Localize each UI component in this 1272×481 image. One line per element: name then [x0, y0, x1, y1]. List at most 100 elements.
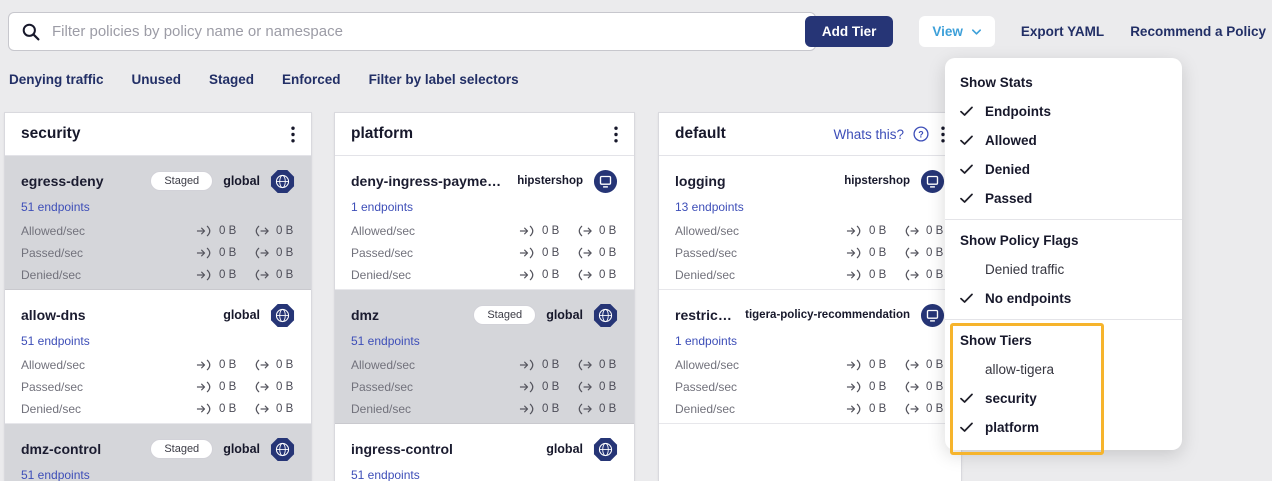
egress-value: 0 B [599, 225, 616, 237]
policy-card-title-row: dmzStagedglobal [351, 302, 618, 328]
menu-item-label: Endpoints [985, 104, 1051, 119]
policy-card-restricted[interactable]: restrictedtigera-policy-recommendation1 … [659, 290, 961, 424]
ingress-icon [846, 359, 864, 371]
stat-label: Denied/sec [21, 268, 81, 282]
menu-divider [945, 219, 1182, 220]
policy-card-title-row: dmz-controlStagedglobal [21, 436, 295, 462]
add-tier-button[interactable]: Add Tier [805, 16, 894, 47]
menu-item-no-endpoints[interactable]: No endpoints [945, 284, 1182, 313]
view-button[interactable]: View [919, 16, 995, 47]
ingress-stat: 0 B [196, 359, 238, 371]
menu-divider [945, 319, 1182, 320]
policy-board-page: Add Tier View Export YAML Recommend a Po… [0, 0, 1272, 481]
filter-denying-traffic[interactable]: Denying traffic [9, 72, 104, 87]
policy-card-allow-dns[interactable]: allow-dnsglobal51 endpointsAllowed/sec0 … [5, 290, 311, 424]
policy-card-egress-deny[interactable]: egress-denyStagedglobal51 endpointsAllow… [5, 156, 311, 290]
policy-name: ingress-control [351, 441, 536, 457]
policy-card-dmz-control[interactable]: dmz-controlStagedglobal 51 endpoints [5, 424, 311, 481]
stat-row: Passed/sec0 B0 B [21, 379, 295, 394]
stat-values: 0 B 0 B [519, 381, 618, 393]
ingress-icon [519, 247, 537, 259]
stat-row: Allowed/sec 0 B0 B [21, 357, 295, 372]
egress-icon [903, 359, 921, 371]
endpoints-link[interactable]: 1 endpoints [675, 334, 945, 350]
egress-value: 0 B [599, 381, 616, 393]
egress-stat: 0 B [576, 381, 618, 393]
ingress-stat: 0 B [846, 359, 888, 371]
policy-card-ingress-control[interactable]: ingress-controlglobal 51 endpoints [335, 424, 634, 481]
egress-stat: 0 B [903, 225, 945, 237]
menu-item-label: Denied traffic [985, 262, 1064, 277]
stat-label: Allowed/sec [21, 224, 85, 238]
endpoints-link[interactable]: 51 endpoints [21, 468, 295, 481]
stat-row: Passed/sec0 B0 B [675, 379, 945, 394]
search-input[interactable] [50, 22, 803, 41]
global-policy-icon [593, 437, 618, 462]
export-yaml-button[interactable]: Export YAML [1021, 24, 1104, 39]
menu-item-label: allow-tigera [985, 362, 1054, 377]
stat-label: Passed/sec [351, 246, 413, 260]
policy-card-title-row: ingress-controlglobal [351, 436, 618, 462]
filter-staged[interactable]: Staged [209, 72, 254, 87]
stat-values: 0 B0 B [519, 247, 618, 259]
policy-card-dmz[interactable]: dmzStagedglobal51 endpointsAllowed/sec0 … [335, 290, 634, 424]
stat-row: Passed/sec0 B0 B [675, 245, 945, 260]
filter-enforced[interactable]: Enforced [282, 72, 341, 87]
recommend-policy-button[interactable]: Recommend a Policy [1130, 24, 1266, 39]
ingress-value: 0 B [542, 269, 559, 281]
endpoints-link[interactable]: 51 endpoints [351, 334, 618, 350]
global-policy-icon [270, 169, 295, 194]
egress-icon [576, 359, 594, 371]
endpoints-link[interactable]: 13 endpoints [675, 200, 945, 216]
filter-filter-by-label-selectors[interactable]: Filter by label selectors [369, 72, 519, 87]
ingress-icon [196, 225, 214, 237]
egress-icon [576, 225, 594, 237]
stat-row: Passed/sec0 B0 B [351, 379, 618, 394]
menu-item-allow-tigera[interactable]: allow-tigera [945, 355, 1182, 384]
menu-item-platform[interactable]: platform [945, 413, 1182, 442]
stat-values: 0 B0 B [196, 247, 295, 259]
egress-icon [903, 225, 921, 237]
ingress-stat: 0 B [846, 381, 888, 393]
menu-item-allowed[interactable]: Allowed [945, 126, 1182, 155]
stat-label: Denied/sec [351, 402, 411, 416]
endpoints-link[interactable]: 51 endpoints [21, 200, 295, 216]
egress-stat: 0 B [576, 225, 618, 237]
tier-menu-kebab-icon[interactable] [611, 126, 621, 143]
tier-menu-kebab-icon[interactable] [288, 126, 298, 143]
stat-values: 0 B0 B [196, 359, 295, 371]
stat-label: Allowed/sec [21, 358, 85, 372]
policy-card-title-row: logginghipstershop [675, 168, 945, 194]
endpoints-link[interactable]: 51 endpoints [351, 468, 618, 481]
stat-label: Allowed/sec [675, 224, 739, 238]
ingress-value: 0 B [542, 225, 559, 237]
whats-this-link[interactable]: Whats this? [833, 127, 904, 142]
ingress-value: 0 B [869, 247, 886, 259]
ingress-stat: 0 B [519, 359, 561, 371]
menu-item-endpoints[interactable]: Endpoints [945, 97, 1182, 126]
egress-value: 0 B [276, 247, 293, 259]
endpoints-link[interactable]: 51 endpoints [21, 334, 295, 350]
question-icon[interactable]: ? [913, 126, 929, 142]
global-policy-icon [270, 437, 295, 462]
scope-label: hipstershop [517, 175, 583, 187]
egress-icon [903, 269, 921, 281]
filter-unused[interactable]: Unused [132, 72, 182, 87]
stat-values: 0 B0 B [196, 403, 295, 415]
menu-item-denied[interactable]: Denied [945, 155, 1182, 184]
stat-row: Allowed/sec0 B0 B [675, 357, 945, 372]
menu-item-security[interactable]: security [945, 384, 1182, 413]
egress-value: 0 B [599, 269, 616, 281]
endpoints-link[interactable]: 1 endpoints [351, 200, 618, 216]
stat-row: Allowed/sec0 B0 B [351, 223, 618, 238]
staged-badge: Staged [473, 305, 536, 325]
policy-card-deny-ingress-paymentservi[interactable]: deny-ingress-paymentservi…hipstershop1 e… [335, 156, 634, 290]
scope-label: global [546, 308, 583, 322]
stat-label: Denied/sec [675, 268, 735, 282]
menu-item-passed[interactable]: Passed [945, 184, 1182, 213]
stat-row: Denied/sec0 B0 B [351, 267, 618, 282]
stat-label: Allowed/sec [675, 358, 739, 372]
ingress-stat: 0 B [519, 381, 561, 393]
menu-item-denied-traffic[interactable]: Denied traffic [945, 255, 1182, 284]
policy-card-logging[interactable]: logginghipstershop 13 endpoints Allowed/se… [659, 156, 961, 290]
